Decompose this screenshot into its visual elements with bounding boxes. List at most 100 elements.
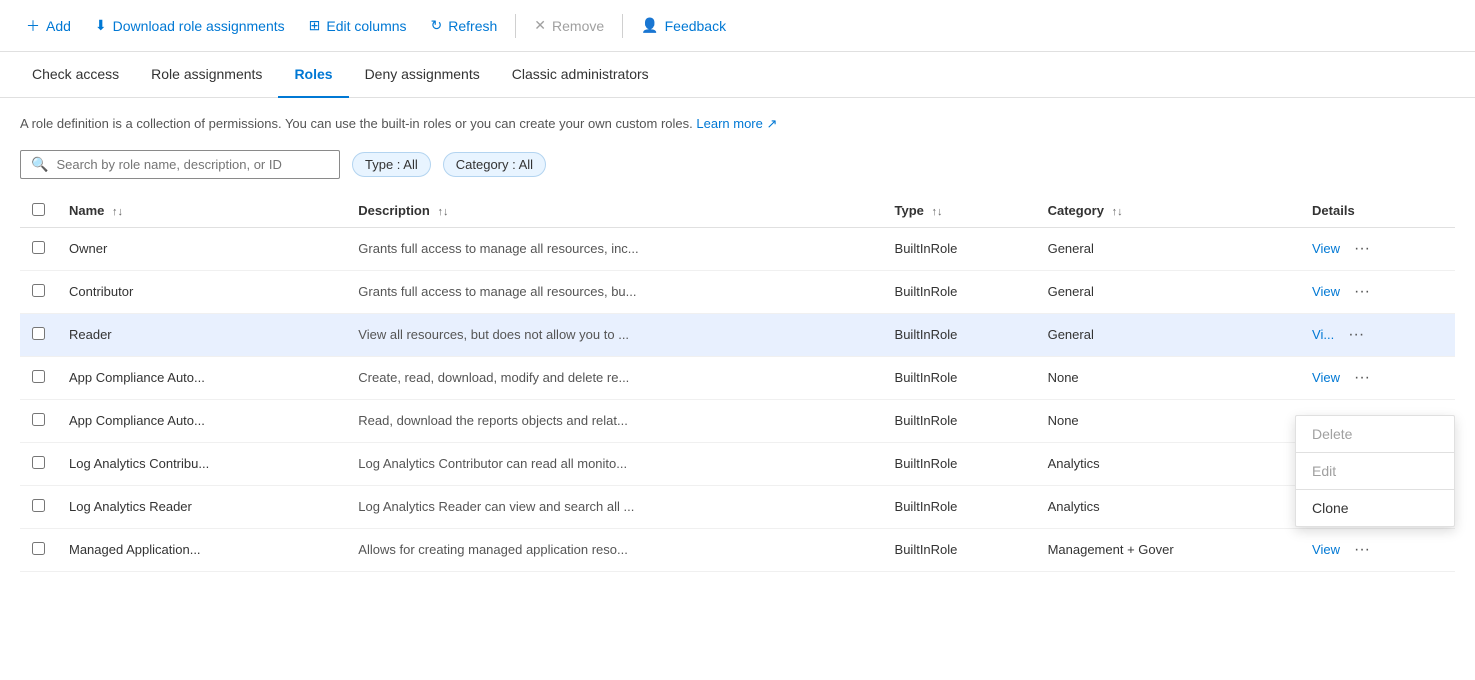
- row-checkbox[interactable]: [32, 542, 45, 555]
- tab-check-access[interactable]: Check access: [16, 52, 135, 98]
- context-menu: Delete Edit Clone: [1295, 415, 1455, 527]
- table-row: ContributorGrants full access to manage …: [20, 270, 1455, 313]
- row-checkbox-cell: [20, 399, 57, 442]
- learn-more-link[interactable]: Learn more ↗: [696, 116, 777, 131]
- edit-columns-button[interactable]: ⊞ Edit columns: [299, 11, 417, 40]
- view-link[interactable]: View: [1312, 241, 1340, 256]
- row-name: Managed Application...: [57, 528, 346, 571]
- description-sort-icon: ↑↓: [437, 206, 448, 218]
- add-button[interactable]: ＋ Add: [16, 10, 81, 42]
- row-checkbox-cell: [20, 270, 57, 313]
- row-checkbox[interactable]: [32, 284, 45, 297]
- row-checkbox-cell: [20, 442, 57, 485]
- row-name: Owner: [57, 227, 346, 270]
- row-name: Reader: [57, 313, 346, 356]
- row-type: BuiltInRole: [883, 313, 1036, 356]
- context-menu-edit[interactable]: Edit: [1296, 453, 1454, 489]
- row-category: None: [1036, 399, 1300, 442]
- row-description: Log Analytics Contributor can read all m…: [346, 442, 882, 485]
- content-area: A role definition is a collection of per…: [0, 98, 1475, 588]
- category-sort-icon: ↑↓: [1112, 206, 1123, 218]
- row-type: BuiltInRole: [883, 485, 1036, 528]
- external-link-icon: ↗: [766, 116, 777, 131]
- row-description: Grants full access to manage all resourc…: [346, 227, 882, 270]
- feedback-icon: 👤: [641, 17, 658, 34]
- feedback-button[interactable]: 👤 Feedback: [631, 11, 736, 40]
- more-options-button[interactable]: ···: [1348, 539, 1376, 561]
- row-checkbox[interactable]: [32, 413, 45, 426]
- row-checkbox[interactable]: [32, 241, 45, 254]
- type-filter-pill[interactable]: Type : All: [352, 152, 431, 177]
- row-name: App Compliance Auto...: [57, 399, 346, 442]
- more-options-button[interactable]: ···: [1348, 281, 1376, 303]
- row-description: Create, read, download, modify and delet…: [346, 356, 882, 399]
- more-options-button[interactable]: ···: [1342, 324, 1370, 346]
- col-description[interactable]: Description ↑↓: [346, 195, 882, 228]
- view-link[interactable]: View: [1312, 284, 1340, 299]
- name-sort-icon: ↑↓: [112, 206, 123, 218]
- row-details-cell: View ···: [1300, 528, 1455, 571]
- row-category: General: [1036, 313, 1300, 356]
- row-checkbox-cell: [20, 528, 57, 571]
- tab-roles[interactable]: Roles: [278, 52, 348, 98]
- view-link[interactable]: Vi...: [1312, 327, 1334, 342]
- view-link[interactable]: View: [1312, 370, 1340, 385]
- col-type[interactable]: Type ↑↓: [883, 195, 1036, 228]
- tab-role-assignments[interactable]: Role assignments: [135, 52, 278, 98]
- tab-deny-assignments[interactable]: Deny assignments: [349, 52, 496, 98]
- search-box[interactable]: 🔍: [20, 150, 340, 179]
- table-row: Managed Application...Allows for creatin…: [20, 528, 1455, 571]
- remove-button[interactable]: ✕ Remove: [524, 11, 614, 40]
- context-menu-delete[interactable]: Delete: [1296, 416, 1454, 452]
- row-name: App Compliance Auto...: [57, 356, 346, 399]
- row-type: BuiltInRole: [883, 399, 1036, 442]
- row-type: BuiltInRole: [883, 227, 1036, 270]
- row-details-cell: View ···: [1300, 227, 1455, 270]
- table-row: OwnerGrants full access to manage all re…: [20, 227, 1455, 270]
- toolbar: ＋ Add ⬇ Download role assignments ⊞ Edit…: [0, 0, 1475, 52]
- select-all-cell: [20, 195, 57, 228]
- row-details-cell: View ···: [1300, 356, 1455, 399]
- download-button[interactable]: ⬇ Download role assignments: [85, 11, 295, 40]
- row-type: BuiltInRole: [883, 356, 1036, 399]
- row-type: BuiltInRole: [883, 270, 1036, 313]
- more-options-button[interactable]: ···: [1348, 367, 1376, 389]
- search-icon: 🔍: [31, 156, 48, 173]
- tabs-container: Check access Role assignments Roles Deny…: [0, 52, 1475, 98]
- row-description: Grants full access to manage all resourc…: [346, 270, 882, 313]
- row-type: BuiltInRole: [883, 442, 1036, 485]
- col-category[interactable]: Category ↑↓: [1036, 195, 1300, 228]
- row-description: Log Analytics Reader can view and search…: [346, 485, 882, 528]
- row-description: View all resources, but does not allow y…: [346, 313, 882, 356]
- col-name[interactable]: Name ↑↓: [57, 195, 346, 228]
- row-details-cell: View ···: [1300, 270, 1455, 313]
- tab-classic-administrators[interactable]: Classic administrators: [496, 52, 665, 98]
- search-input[interactable]: [56, 157, 329, 172]
- row-category: None: [1036, 356, 1300, 399]
- row-category: General: [1036, 227, 1300, 270]
- separator-2: [622, 14, 623, 38]
- category-filter-pill[interactable]: Category : All: [443, 152, 546, 177]
- row-name: Contributor: [57, 270, 346, 313]
- row-checkbox-cell: [20, 356, 57, 399]
- row-checkbox[interactable]: [32, 499, 45, 512]
- separator-1: [515, 14, 516, 38]
- table-row: App Compliance Auto...Create, read, down…: [20, 356, 1455, 399]
- select-all-checkbox[interactable]: [32, 203, 45, 216]
- table-row: App Compliance Auto...Read, download the…: [20, 399, 1455, 442]
- roles-table-container: Name ↑↓ Description ↑↓ Type ↑↓ Category …: [20, 195, 1455, 572]
- row-checkbox[interactable]: [32, 370, 45, 383]
- row-checkbox-cell: [20, 485, 57, 528]
- columns-icon: ⊞: [309, 17, 321, 34]
- row-checkbox[interactable]: [32, 456, 45, 469]
- col-details: Details: [1300, 195, 1455, 228]
- view-link[interactable]: View: [1312, 542, 1340, 557]
- row-description: Allows for creating managed application …: [346, 528, 882, 571]
- more-options-button[interactable]: ···: [1348, 238, 1376, 260]
- refresh-button[interactable]: ↻ Refresh: [421, 11, 508, 40]
- roles-table: Name ↑↓ Description ↑↓ Type ↑↓ Category …: [20, 195, 1455, 572]
- row-description: Read, download the reports objects and r…: [346, 399, 882, 442]
- context-menu-clone[interactable]: Clone: [1296, 490, 1454, 526]
- row-checkbox[interactable]: [32, 327, 45, 340]
- row-checkbox-cell: [20, 227, 57, 270]
